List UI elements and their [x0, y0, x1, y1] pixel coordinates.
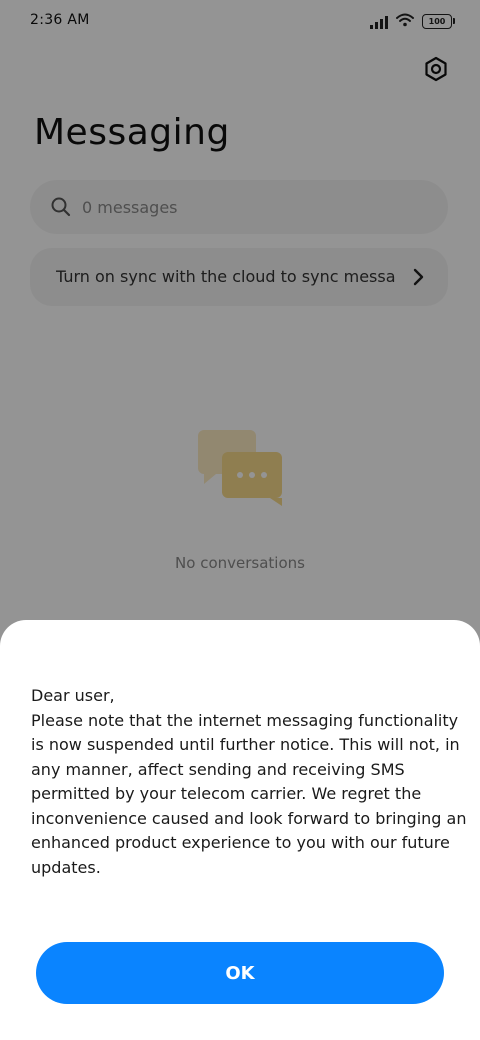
notice-dialog: Dear user, Please note that the internet… — [0, 620, 480, 1040]
dialog-message: Dear user, Please note that the internet… — [31, 686, 467, 877]
messaging-screen: 2:36 AM 100 Messaging 0 messages Turn on… — [0, 0, 480, 1040]
ok-button[interactable]: OK — [36, 942, 444, 1004]
